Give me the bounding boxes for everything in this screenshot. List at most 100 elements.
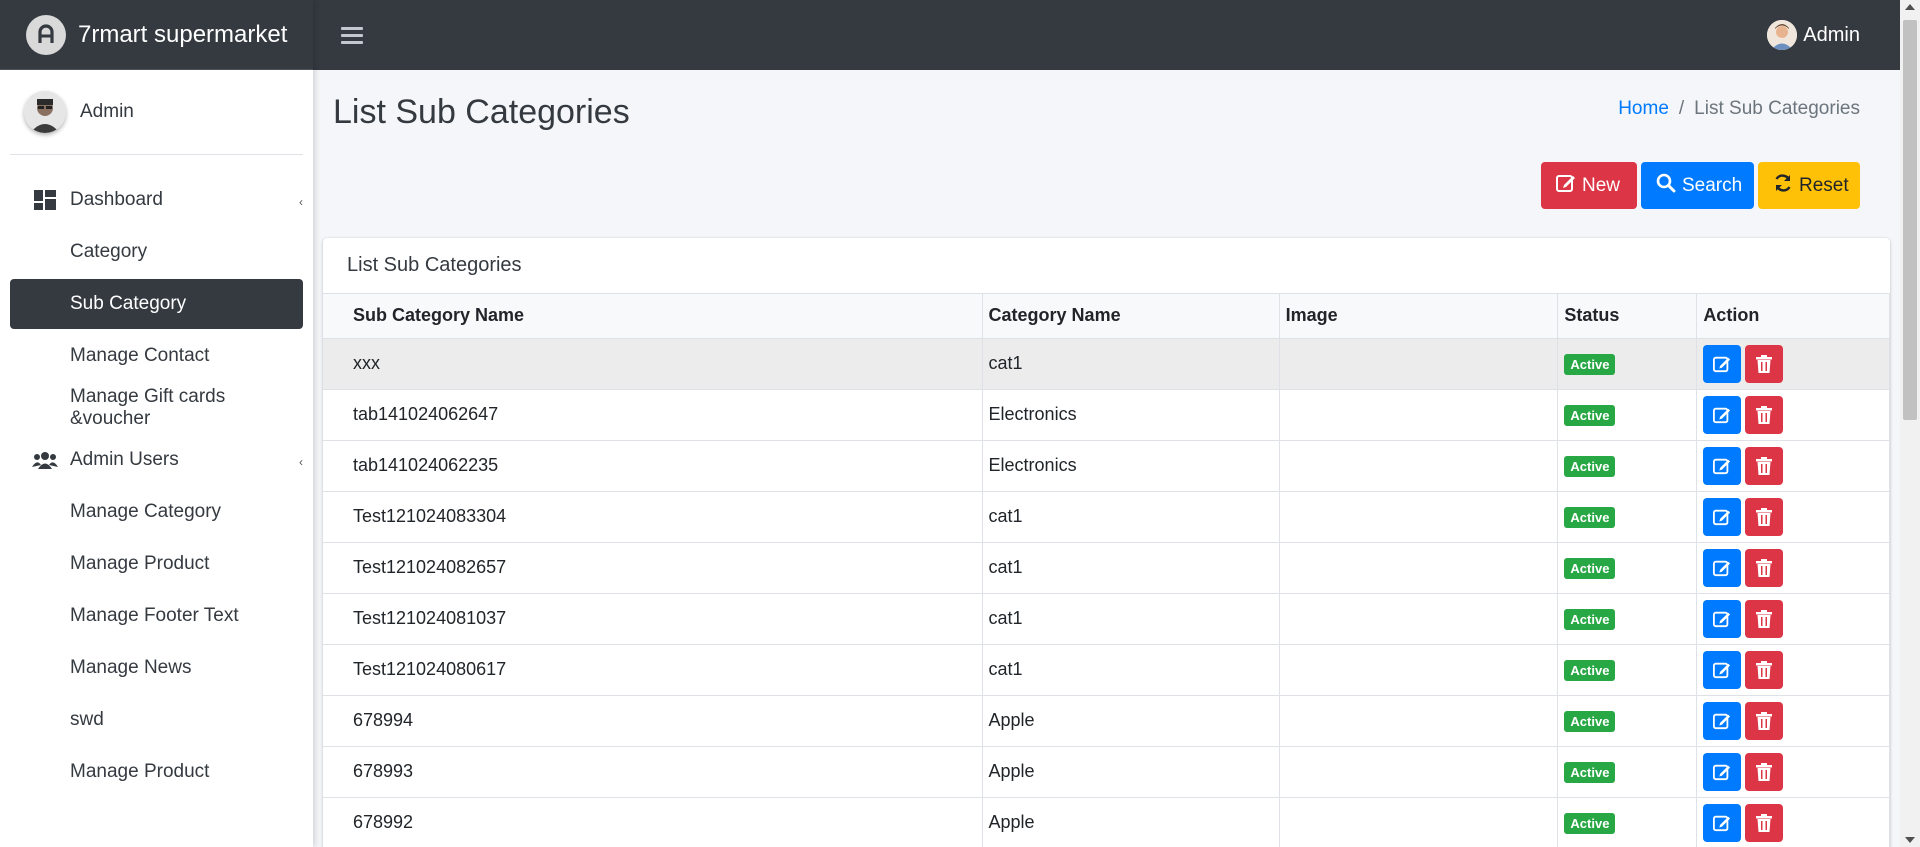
trash-icon	[1756, 660, 1773, 679]
status-badge[interactable]: Active	[1564, 557, 1616, 579]
image-cell	[1279, 644, 1559, 696]
trash-icon	[1756, 354, 1773, 373]
sidebar-item-manage-news[interactable]: Manage News	[10, 643, 303, 693]
status-cell: Active	[1557, 593, 1698, 645]
image-cell	[1279, 593, 1559, 645]
category-name-cell: cat1	[982, 542, 1280, 594]
status-badge[interactable]: Active	[1564, 506, 1616, 528]
subcategory-card: List Sub Categories Sub Category Name Ca…	[323, 238, 1890, 847]
image-cell	[1279, 440, 1559, 492]
sidebar-item-manage-footer-text[interactable]: Manage Footer Text	[10, 591, 303, 641]
new-button[interactable]: New	[1541, 162, 1637, 209]
brand-link[interactable]: 7rmart supermarket	[0, 0, 313, 70]
table-row: Test121024082657 cat1 Active	[323, 542, 1890, 594]
status-badge[interactable]: Active	[1564, 761, 1616, 783]
edit-icon	[1713, 560, 1731, 576]
delete-button[interactable]	[1745, 395, 1784, 434]
menu-toggle-icon[interactable]	[341, 26, 363, 44]
sidebar-item-manage-product[interactable]: Manage Product	[10, 539, 303, 589]
trash-icon	[1756, 507, 1773, 526]
status-badge[interactable]: Active	[1564, 404, 1616, 426]
delete-button[interactable]	[1745, 344, 1784, 383]
chevron-left-icon: ‹	[299, 195, 303, 209]
edit-icon	[1713, 611, 1731, 627]
column-header[interactable]: Image	[1279, 294, 1559, 339]
column-header[interactable]: Category Name	[982, 294, 1280, 339]
sidebar-item-manage-product-2[interactable]: Manage Product	[10, 747, 303, 797]
sidebar-item-label: Sub Category	[70, 293, 187, 314]
edit-button[interactable]	[1703, 497, 1742, 536]
breadcrumb-home-link[interactable]: Home	[1618, 98, 1669, 120]
sidebar-item-sub-category[interactable]: Sub Category	[10, 279, 303, 329]
status-badge[interactable]: Active	[1564, 608, 1616, 630]
delete-button[interactable]	[1745, 599, 1784, 638]
sub-category-name-cell: 678994	[323, 695, 983, 747]
table-row: tab141024062235 Electronics Active	[323, 440, 1890, 492]
sidebar-item-category[interactable]: Category	[10, 227, 303, 277]
scrollbar-thumb[interactable]	[1903, 20, 1917, 420]
edit-icon	[1713, 662, 1731, 678]
search-button-label: Search	[1682, 174, 1743, 196]
column-header[interactable]: Sub Category Name	[323, 294, 983, 339]
delete-button[interactable]	[1745, 548, 1784, 587]
scroll-up-icon[interactable]	[1905, 4, 1915, 10]
action-cell	[1696, 797, 1890, 847]
column-header[interactable]: Status	[1557, 294, 1698, 339]
delete-button[interactable]	[1745, 497, 1784, 536]
status-cell: Active	[1557, 797, 1698, 847]
status-cell: Active	[1557, 338, 1698, 390]
sidebar-item-admin-users[interactable]: Admin Users ‹	[10, 435, 303, 485]
edit-button[interactable]	[1703, 395, 1742, 434]
sub-category-name-cell: 678992	[323, 797, 983, 847]
sidebar-item-gift-cards[interactable]: Manage Gift cards &voucher	[10, 383, 303, 433]
action-cell	[1696, 746, 1890, 798]
status-badge[interactable]: Active	[1564, 710, 1616, 732]
scroll-down-icon[interactable]	[1905, 837, 1915, 843]
status-badge[interactable]: Active	[1564, 659, 1616, 681]
edit-button[interactable]	[1703, 650, 1742, 689]
edit-button[interactable]	[1703, 752, 1742, 791]
delete-button[interactable]	[1745, 803, 1784, 842]
table-row: 678994 Apple Active	[323, 695, 1890, 747]
brand-name: 7rmart supermarket	[78, 20, 288, 48]
image-cell	[1279, 695, 1559, 747]
reset-button[interactable]: Reset	[1758, 162, 1860, 209]
action-cell	[1696, 593, 1890, 645]
sidebar-item-manage-contact[interactable]: Manage Contact	[10, 331, 303, 381]
sub-category-name-cell: Test121024083304	[323, 491, 983, 543]
edit-button[interactable]	[1703, 599, 1742, 638]
edit-button[interactable]	[1703, 446, 1742, 485]
search-icon	[1656, 173, 1676, 199]
status-badge[interactable]: Active	[1564, 455, 1616, 477]
category-name-cell: Apple	[982, 797, 1280, 847]
edit-button[interactable]	[1703, 803, 1742, 842]
sub-category-name-cell: tab141024062647	[323, 389, 983, 441]
image-cell	[1279, 797, 1559, 847]
status-cell: Active	[1557, 542, 1698, 594]
sidebar-item-swd[interactable]: swd	[10, 695, 303, 745]
sidebar-item-dashboard[interactable]: Dashboard ‹	[10, 175, 303, 225]
trash-icon	[1756, 711, 1773, 730]
page-scrollbar[interactable]	[1900, 0, 1920, 847]
image-cell	[1279, 389, 1559, 441]
edit-button[interactable]	[1703, 548, 1742, 587]
sub-category-name-cell: 678993	[323, 746, 983, 798]
top-navbar: Admin	[313, 0, 1900, 70]
edit-button[interactable]	[1703, 344, 1742, 383]
status-badge[interactable]: Active	[1564, 812, 1616, 834]
action-cell	[1696, 338, 1890, 390]
sidebar-user-panel[interactable]: Admin	[10, 70, 303, 155]
top-user-menu[interactable]: Admin	[1767, 20, 1860, 50]
sidebar-item-label: Manage Product	[70, 761, 210, 782]
status-badge[interactable]: Active	[1564, 353, 1616, 375]
delete-button[interactable]	[1745, 650, 1784, 689]
delete-button[interactable]	[1745, 446, 1784, 485]
edit-button[interactable]	[1703, 701, 1742, 740]
image-cell	[1279, 491, 1559, 543]
top-user-name: Admin	[1803, 23, 1860, 46]
delete-button[interactable]	[1745, 701, 1784, 740]
category-name-cell: cat1	[982, 338, 1280, 390]
sidebar-item-manage-category[interactable]: Manage Category	[10, 487, 303, 537]
delete-button[interactable]	[1745, 752, 1784, 791]
search-button[interactable]: Search	[1641, 162, 1754, 209]
